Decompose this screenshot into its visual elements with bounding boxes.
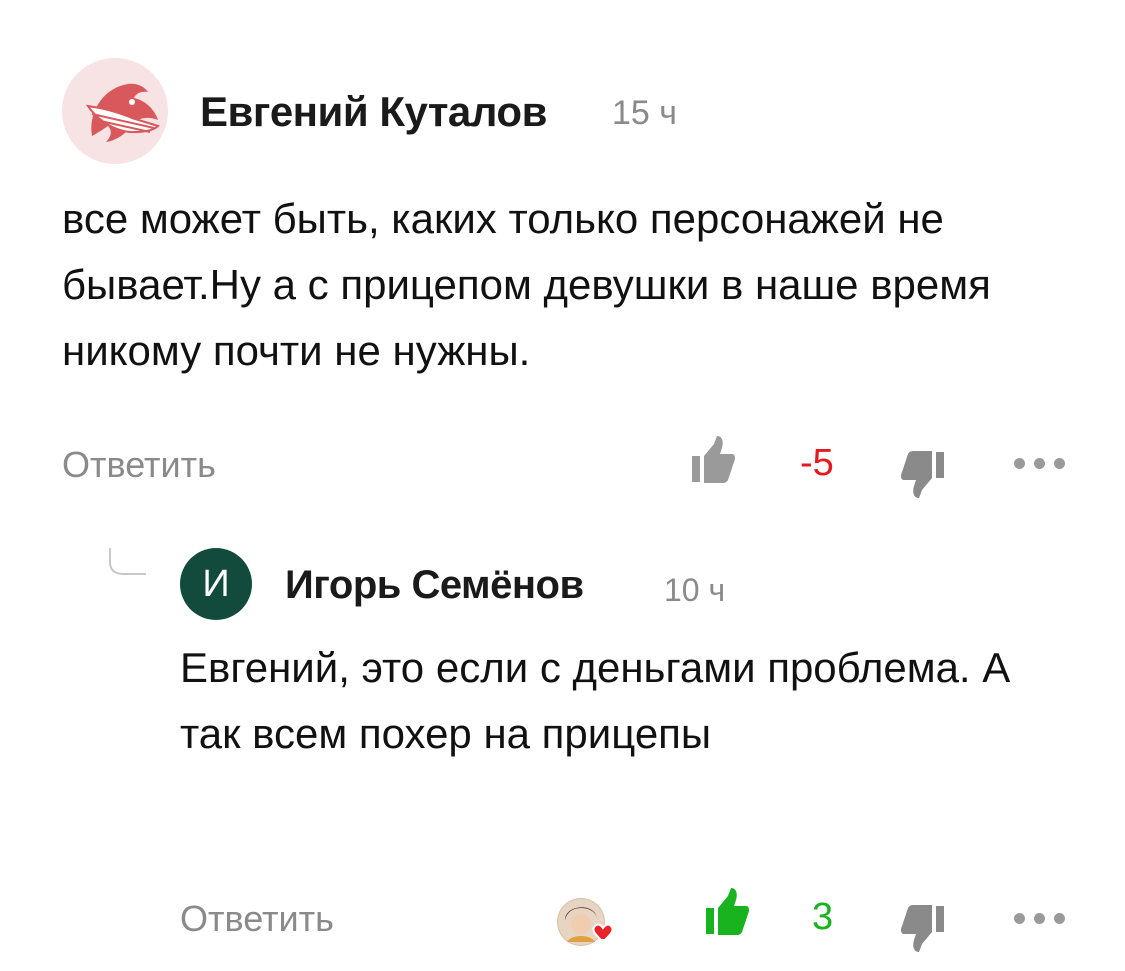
thumbs-down-icon xyxy=(900,451,944,498)
comment-text: все может быть, каких только персонажей … xyxy=(62,195,991,374)
liked-by-author-avatar xyxy=(557,898,614,946)
reply-button[interactable]: Ответить xyxy=(62,444,216,486)
rating-count: 3 xyxy=(812,896,834,938)
like-button[interactable] xyxy=(690,434,736,486)
reply-thread-connector xyxy=(109,548,146,575)
comment-time: 10 ч xyxy=(664,572,726,608)
thumbs-up-icon xyxy=(692,436,736,483)
dislike-button[interactable] xyxy=(898,448,946,500)
author-avatar[interactable]: И xyxy=(180,548,252,620)
dislike-button[interactable] xyxy=(898,902,946,954)
thumbs-up-icon xyxy=(706,888,750,935)
like-button[interactable] xyxy=(704,886,750,938)
more-options-button[interactable] xyxy=(1012,910,1068,926)
author-name[interactable]: Игорь Семёнов xyxy=(285,563,584,608)
dolphin-mask-icon xyxy=(85,83,160,142)
comment-time: 15 ч xyxy=(612,94,677,132)
more-options-button[interactable] xyxy=(1012,455,1068,471)
author-avatar[interactable] xyxy=(62,58,168,164)
reply-button[interactable]: Ответить xyxy=(180,898,334,940)
liked-by-avatar-heart-icon xyxy=(558,899,614,945)
author-name[interactable]: Евгений Куталов xyxy=(200,88,547,136)
comment-text: Евгений, это если с деньгами проблема. А… xyxy=(180,644,1011,757)
rating-count: -5 xyxy=(800,442,834,484)
thumbs-down-icon xyxy=(900,905,944,952)
